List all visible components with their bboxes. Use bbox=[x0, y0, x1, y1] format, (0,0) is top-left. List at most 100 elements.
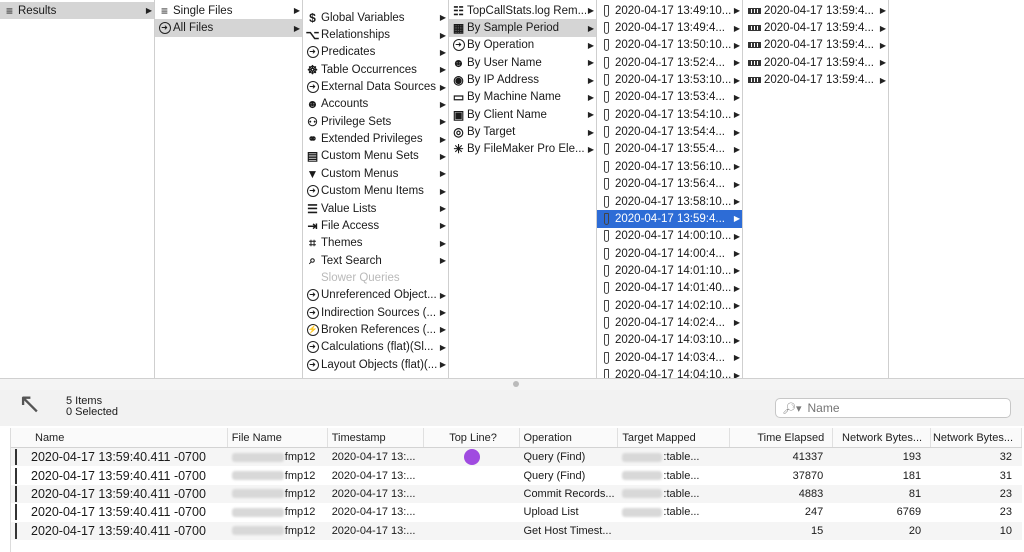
col5-item[interactable]: 2020-04-17 13:53:4... ▶ bbox=[597, 89, 742, 106]
search-input[interactable] bbox=[807, 401, 1008, 415]
col3-item[interactable]: ⌥ Relationships ▶ bbox=[303, 26, 448, 43]
column-header[interactable]: Target Mapped bbox=[618, 428, 731, 447]
col3-item[interactable]: ⚡ Broken References (... ▶ bbox=[303, 321, 448, 338]
col5-item[interactable]: 2020-04-17 13:54:4... ▶ bbox=[597, 123, 742, 140]
cell-target-mapped: :table... bbox=[618, 503, 730, 521]
column-header[interactable]: Name bbox=[11, 428, 228, 447]
col5-item[interactable]: 2020-04-17 13:59:4... ▶ bbox=[597, 210, 742, 228]
cell-top-line bbox=[424, 503, 520, 521]
col4-item[interactable]: ◎ By Target ▶ bbox=[449, 123, 596, 140]
col5-item[interactable]: 2020-04-17 13:56:4... ▶ bbox=[597, 176, 742, 193]
col3-item[interactable]: ⇥ File Access ▶ bbox=[303, 217, 448, 234]
column-header[interactable]: Time Elapsed bbox=[730, 428, 834, 447]
cell-file-name: fmp12 bbox=[228, 448, 328, 466]
col6-item[interactable]: 2020-04-17 13:59:4... ▶ bbox=[743, 19, 888, 36]
table-row[interactable]: 2020-04-17 13:59:40.411 -0700 fmp12 2020-0… bbox=[11, 448, 1022, 467]
disclosure-arrow-icon: ▶ bbox=[587, 58, 595, 68]
col1-item[interactable]: ≡ Results ▶ bbox=[0, 2, 154, 20]
col3-item[interactable]: $ Global Variables ▶ bbox=[303, 9, 448, 26]
col3-item[interactable]: ➜ Calculations (flat)(Sl... ▶ bbox=[303, 339, 448, 356]
cell-time-elapsed: 41337 bbox=[792, 451, 824, 464]
col5-item[interactable]: 2020-04-17 14:02:4... ▶ bbox=[597, 314, 742, 331]
col5-item[interactable]: 2020-04-17 14:00:10... ▶ bbox=[597, 228, 742, 245]
col3-item[interactable]: ➜ Custom Menu Items ▶ bbox=[303, 183, 448, 200]
pane-splitter[interactable] bbox=[0, 378, 1024, 390]
col5-item[interactable]: 2020-04-17 14:00:4... ▶ bbox=[597, 245, 742, 262]
col6-item[interactable]: 2020-04-17 13:59:4... ▶ bbox=[743, 37, 888, 54]
col2-item[interactable]: ➜ All Files ▶ bbox=[155, 19, 302, 37]
col3-item[interactable]: ⌗ Themes ▶ bbox=[303, 235, 448, 252]
col5-item[interactable]: 2020-04-17 14:04:10... ▶ bbox=[597, 366, 742, 378]
column-header[interactable]: Operation bbox=[520, 428, 619, 447]
col3-item[interactable]: ➜ Indirection Sources (... ▶ bbox=[303, 304, 448, 321]
tube-icon bbox=[600, 22, 613, 35]
col2-item[interactable]: ≡ Single Files ▶ bbox=[155, 2, 302, 19]
column-header[interactable]: Top Line? bbox=[424, 428, 520, 447]
row-name: 2020-04-17 13:59:40.411 -0700 bbox=[31, 486, 206, 501]
col6-item[interactable]: 2020-04-17 13:59:4... ▶ bbox=[743, 2, 888, 19]
item-label: Custom Menu Sets bbox=[321, 150, 419, 163]
col3-item[interactable]: ➜ Predicates ▶ bbox=[303, 44, 448, 61]
col5-item[interactable]: 2020-04-17 14:01:40... ▶ bbox=[597, 280, 742, 297]
item-label: Relationships bbox=[321, 29, 391, 42]
col5-item[interactable]: 2020-04-17 13:49:4... ▶ bbox=[597, 19, 742, 36]
col5-item[interactable]: 2020-04-17 13:53:10... ▶ bbox=[597, 71, 742, 88]
col5-item[interactable]: 2020-04-17 14:01:10... ▶ bbox=[597, 262, 742, 279]
tube-icon bbox=[600, 316, 613, 329]
col3-item[interactable]: ▼ Custom Menus ▶ bbox=[303, 165, 448, 182]
col4-item[interactable]: ◉ By IP Address ▶ bbox=[449, 71, 596, 88]
col4-item[interactable]: ▭ By Machine Name ▶ bbox=[449, 89, 596, 106]
item-label: Unreferenced Object... bbox=[321, 289, 437, 302]
cell-timestamp: 2020-04-17 13:... bbox=[331, 506, 416, 519]
col6-item[interactable]: 2020-04-17 13:59:4... ▶ bbox=[743, 71, 888, 88]
table-row[interactable]: 2020-04-17 13:59:40.411 -0700 fmp12 2020-0… bbox=[11, 484, 1022, 504]
col5-item[interactable]: 2020-04-17 13:54:10... ▶ bbox=[597, 106, 742, 123]
col5-item[interactable]: 2020-04-17 13:56:10... ▶ bbox=[597, 158, 742, 175]
col4-item[interactable]: ☷ TopCallStats.log Rem... ▶ bbox=[449, 2, 596, 19]
col3-item[interactable]: ➜ External Data Sources ▶ bbox=[303, 78, 448, 95]
col5-item[interactable]: 2020-04-17 14:03:10... ▶ bbox=[597, 332, 742, 349]
col5-item[interactable]: 2020-04-17 14:02:10... ▶ bbox=[597, 297, 742, 314]
col5-item[interactable]: 2020-04-17 13:52:4... ▶ bbox=[597, 54, 742, 71]
col5-item[interactable]: 2020-04-17 14:03:4... ▶ bbox=[597, 349, 742, 366]
share-icon: ⌥ bbox=[305, 28, 320, 43]
col3-item[interactable]: ☰ Value Lists ▶ bbox=[303, 200, 448, 217]
col5-item[interactable]: 2020-04-17 13:55:4... ▶ bbox=[597, 141, 742, 158]
column-header[interactable]: Network Bytes... bbox=[833, 428, 932, 447]
circle-arrow-icon: ➜ bbox=[158, 22, 171, 35]
col3-item[interactable]: ⚭ Extended Privileges ▶ bbox=[303, 130, 448, 147]
table-row[interactable]: 2020-04-17 13:59:40.411 -0700 fmp12 2020-0… bbox=[11, 503, 1022, 521]
col4-item[interactable]: ➜ By Operation ▶ bbox=[449, 37, 596, 54]
col3-item[interactable]: ▤ Custom Menu Sets ▶ bbox=[303, 148, 448, 165]
item-label: TopCallStats.log Rem... bbox=[467, 4, 586, 17]
column-header[interactable]: Network Bytes... bbox=[931, 428, 1023, 447]
col4-item[interactable]: ✳ By FileMaker Pro Ele... ▶ bbox=[449, 141, 596, 158]
col4-item[interactable]: ▦ By Sample Period ▶ bbox=[449, 19, 596, 37]
col5-item[interactable]: 2020-04-17 13:50:10... ▶ bbox=[597, 37, 742, 54]
col3-item[interactable]: ⌕ Text Search ▶ bbox=[303, 252, 448, 269]
item-label: 2020-04-17 13:52:4... bbox=[615, 56, 725, 69]
table-row[interactable]: 2020-04-17 13:59:40.411 -0700 fmp12 2020-0… bbox=[11, 466, 1022, 484]
column-header[interactable]: Timestamp bbox=[328, 428, 424, 447]
disclosure-arrow-icon: ▶ bbox=[439, 256, 447, 266]
col4-item[interactable]: ☻ By User Name ▶ bbox=[449, 54, 596, 71]
cell-time-elapsed: 247 bbox=[804, 506, 824, 519]
disclosure-arrow-icon: ▶ bbox=[733, 231, 741, 241]
col5-item[interactable]: 2020-04-17 13:49:10... ▶ bbox=[597, 2, 742, 19]
tube-icon bbox=[600, 91, 613, 104]
col3-item[interactable]: ☸ Table Occurrences ▶ bbox=[303, 61, 448, 78]
table-row[interactable]: 2020-04-17 13:59:40.411 -0700 fmp12 2020-0… bbox=[11, 521, 1022, 540]
column-header[interactable]: File Name bbox=[228, 428, 328, 447]
disclosure-arrow-icon: ▶ bbox=[439, 204, 447, 214]
col5-item[interactable]: 2020-04-17 13:58:10... ▶ bbox=[597, 193, 742, 210]
col6-item[interactable]: 2020-04-17 13:59:4... ▶ bbox=[743, 54, 888, 71]
col3-item[interactable]: ⚇ Privilege Sets ▶ bbox=[303, 113, 448, 130]
col3-item[interactable]: ➜ Unreferenced Object... ▶ bbox=[303, 287, 448, 304]
col4-item[interactable]: ▣ By Client Name ▶ bbox=[449, 106, 596, 123]
disclosure-arrow-icon: ▶ bbox=[733, 40, 741, 50]
search-field[interactable]: 🔎︎▾ bbox=[775, 398, 1011, 418]
col3-item[interactable]: ➜ Layout Objects (flat)(... ▶ bbox=[303, 356, 448, 373]
splitter-knob[interactable] bbox=[513, 381, 519, 387]
cell-operation: Upload List bbox=[523, 506, 579, 519]
col3-item[interactable]: ☻ Accounts ▶ bbox=[303, 96, 448, 113]
